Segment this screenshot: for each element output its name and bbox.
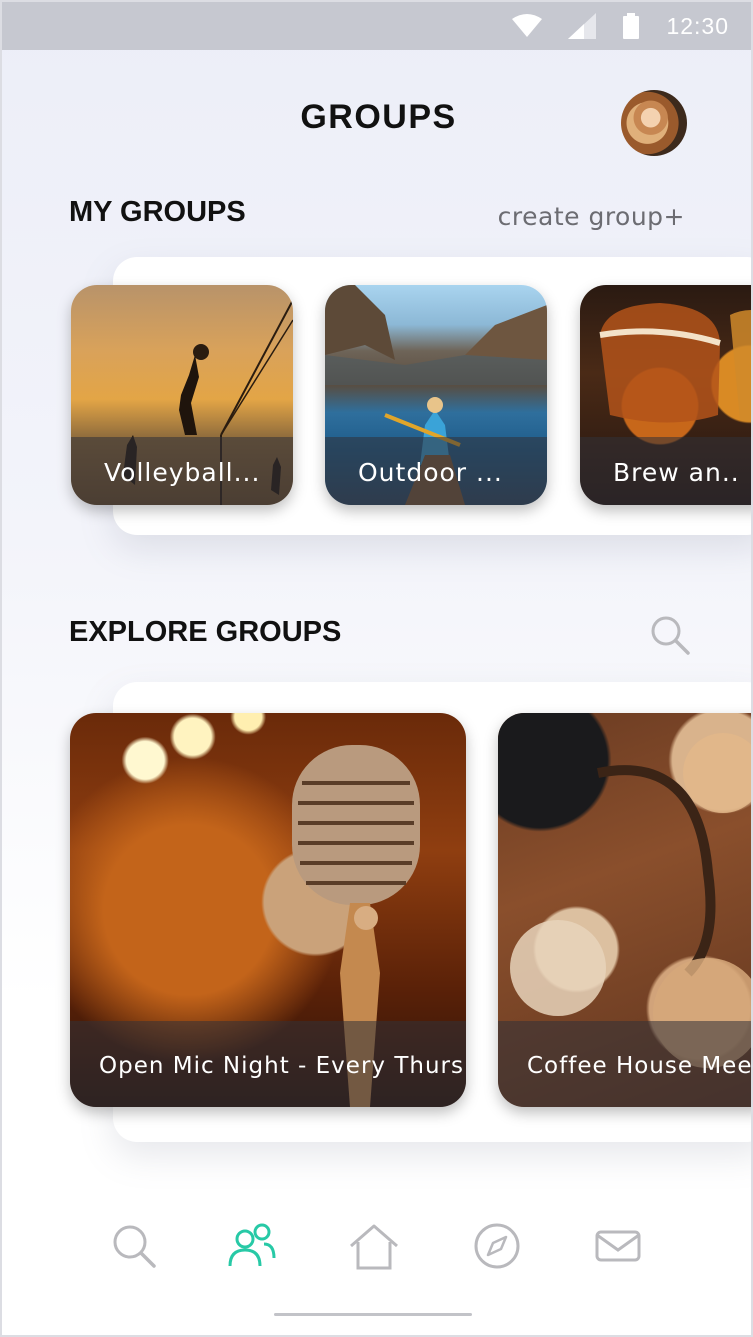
mail-icon[interactable]	[594, 1222, 642, 1270]
explore-card-label: Coffee House Mee	[498, 1021, 751, 1107]
battery-icon	[623, 13, 640, 39]
wifi-icon	[512, 14, 543, 37]
compass-icon[interactable]	[473, 1222, 521, 1270]
group-card-volleyball[interactable]: Volleyball...	[71, 285, 293, 505]
group-card-brew[interactable]: Brew an..	[580, 285, 751, 505]
my-groups-title: MY GROUPS	[69, 196, 246, 228]
home-icon[interactable]	[348, 1222, 400, 1270]
explore-card-label: Open Mic Night - Every Thurs.	[70, 1021, 466, 1107]
phone-screen: 12:30 GROUPS MY GROUPS create group+ Vol…	[0, 0, 753, 1337]
status-time: 12:30	[666, 12, 729, 39]
group-card-label: Outdoor ...	[325, 437, 547, 505]
explore-card-coffee[interactable]: Coffee House Mee	[498, 713, 751, 1107]
explore-groups-title: EXPLORE GROUPS	[69, 616, 342, 648]
group-card-label: Brew an..	[580, 437, 751, 505]
search-icon[interactable]	[110, 1222, 158, 1270]
explore-card-open-mic[interactable]: Open Mic Night - Every Thurs.	[70, 713, 466, 1107]
avatar[interactable]	[621, 90, 687, 156]
search-icon[interactable]	[649, 614, 691, 656]
groups-icon[interactable]	[228, 1222, 276, 1270]
create-group-link[interactable]: create group+	[498, 202, 685, 231]
group-card-label: Volleyball...	[71, 437, 293, 505]
status-bar: 12:30	[2, 2, 751, 50]
signal-icon	[568, 13, 597, 39]
home-indicator[interactable]	[274, 1313, 472, 1316]
group-card-outdoor[interactable]: Outdoor ...	[325, 285, 547, 505]
